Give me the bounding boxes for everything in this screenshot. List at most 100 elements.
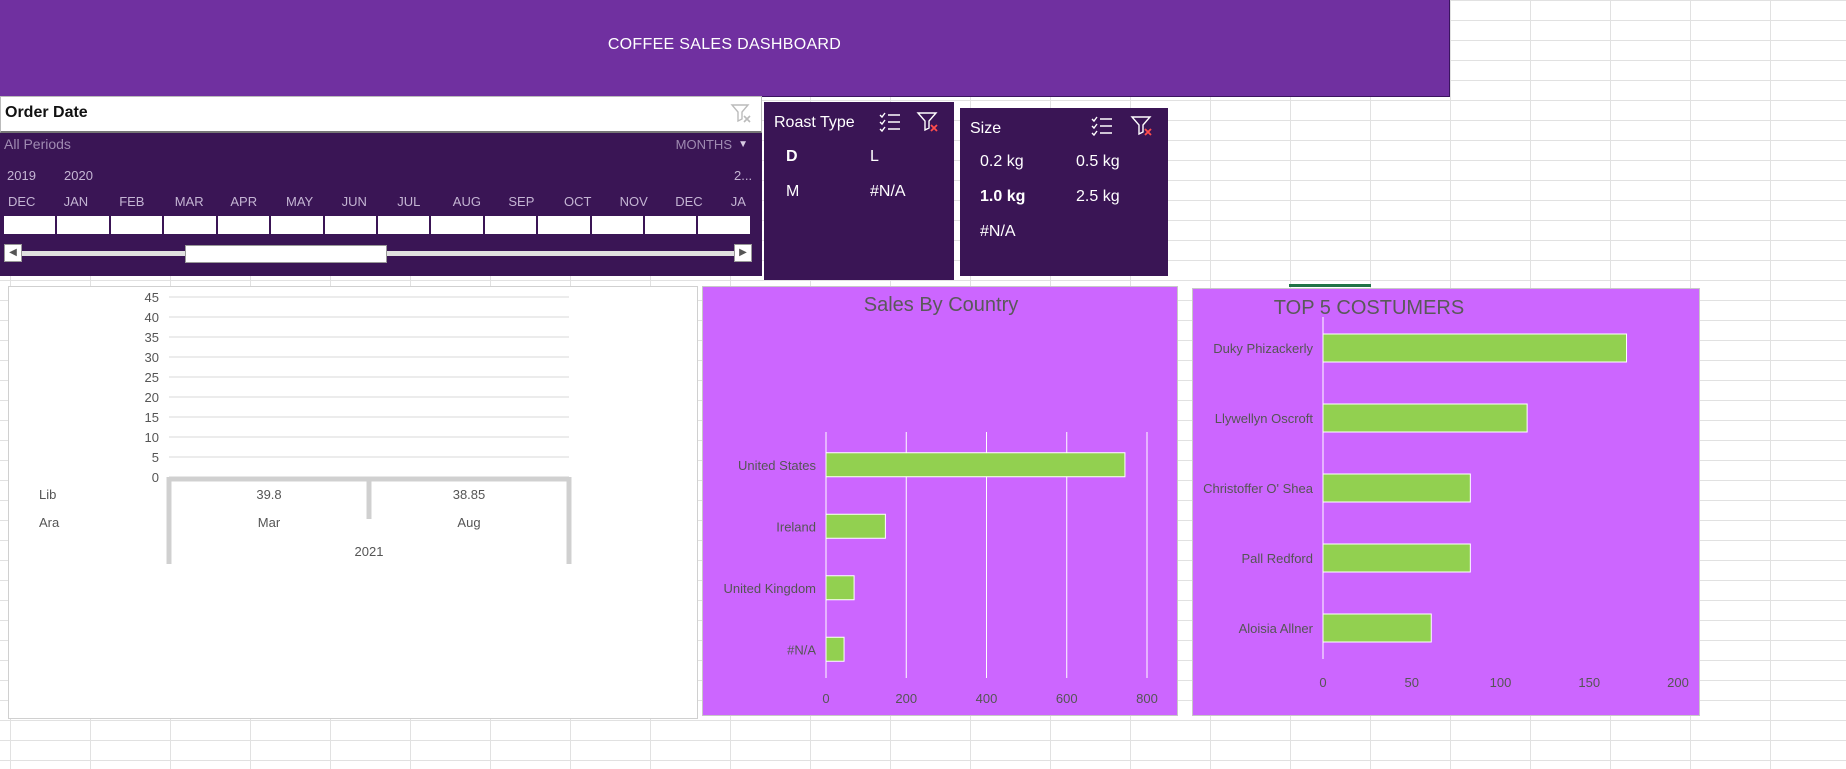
timeline-period-cell[interactable]: [4, 216, 58, 234]
series-label: Ara: [39, 515, 60, 530]
timeline-period-bar[interactable]: [4, 216, 752, 234]
timeline-period-cell[interactable]: [377, 216, 432, 234]
timeline-period-cell[interactable]: [484, 216, 539, 234]
size-item[interactable]: 2.5 kg: [1076, 188, 1120, 206]
timeline-month-label[interactable]: JUL: [397, 194, 420, 209]
category-label: #N/A: [787, 642, 816, 657]
x-tick-label: 800: [1136, 691, 1158, 706]
category-label: Pall Redford: [1241, 551, 1313, 566]
category-label: Aloisia Allner: [1239, 621, 1314, 636]
roast-item[interactable]: L: [870, 148, 879, 166]
timeline-level-dropdown[interactable]: MONTHS: [676, 137, 732, 152]
data-label: 38.85: [453, 487, 486, 502]
bar: [825, 636, 845, 662]
timeline-month-label[interactable]: JAN: [64, 194, 89, 209]
timeline-period-cell[interactable]: [591, 216, 646, 234]
category-label: Aug: [457, 515, 480, 530]
size-item[interactable]: 1.0 kg: [980, 188, 1025, 206]
series-label: Lib: [39, 487, 56, 502]
roast-type-slicer[interactable]: Roast Type D L M #N/A: [764, 102, 954, 280]
top-customers-panel[interactable]: TOP 5 COSTUMERS 0 50 100 150 200 Duky Phizacke…: [1192, 288, 1700, 716]
y-tick-label: 5: [152, 450, 159, 465]
multi-select-icon[interactable]: [878, 110, 902, 134]
roast-item[interactable]: M: [786, 183, 799, 201]
x-tick-label: 600: [1056, 691, 1078, 706]
chevron-down-icon[interactable]: ▼: [738, 139, 748, 150]
timeline-scrollbar[interactable]: ◀ ▶: [4, 244, 752, 263]
timeline-period-cell[interactable]: [271, 216, 325, 234]
dashboard-banner: COFFEE SALES DASHBOARD: [0, 0, 1450, 97]
timeline-month-label[interactable]: SEP: [508, 194, 534, 209]
roast-item[interactable]: #N/A: [870, 183, 906, 201]
sales-by-country-chart[interactable]: Sales By Country 0 200 400 600 800 United Stat…: [703, 287, 1179, 717]
timeline-title: Order Date: [5, 104, 88, 121]
size-item[interactable]: #N/A: [980, 223, 1016, 241]
timeline-period-cell[interactable]: [164, 216, 218, 234]
category-label: Mar: [258, 515, 281, 530]
timeline-period-cell[interactable]: [538, 216, 592, 234]
y-tick-label: 15: [145, 410, 159, 425]
pivot-chart-panel[interactable]: 0 5 10 15 20 25 30 35 40 45 Lib Ara 39.8 38.85 Mar Aug 2…: [8, 286, 698, 719]
timeline-month-label[interactable]: JUN: [342, 194, 367, 209]
timeline-month-label[interactable]: MAY: [286, 194, 313, 209]
pivot-chart[interactable]: 0 5 10 15 20 25 30 35 40 45 Lib Ara 39.8 38.85 Mar Aug 2…: [9, 287, 699, 720]
y-tick-label: 30: [145, 350, 159, 365]
timeline-month-label[interactable]: JA: [731, 194, 746, 209]
slicer-title: Size: [970, 120, 1002, 137]
scroll-right-icon[interactable]: ▶: [734, 244, 752, 262]
timeline-month-label[interactable]: APR: [230, 194, 257, 209]
bar: [825, 513, 886, 539]
bar: [825, 575, 855, 601]
timeline-period-cell[interactable]: [431, 216, 485, 234]
scroll-left-icon[interactable]: ◀: [4, 244, 22, 262]
slicer-title: Roast Type: [774, 114, 855, 131]
dashboard-title: COFFEE SALES DASHBOARD: [607, 36, 842, 53]
bar: [1322, 613, 1432, 643]
timeline-month-label[interactable]: DEC: [675, 194, 702, 209]
timeline-period-cell[interactable]: [110, 216, 165, 234]
data-label: 39.8: [256, 487, 281, 502]
timeline-month-label[interactable]: DEC: [8, 194, 35, 209]
bar: [1322, 543, 1471, 573]
category-label: United States: [738, 458, 817, 473]
timeline-year-label[interactable]: 2020: [64, 168, 93, 183]
bar: [1322, 473, 1471, 503]
timeline-year-label[interactable]: 2...: [734, 168, 752, 183]
y-tick-label: 45: [145, 290, 159, 305]
x-tick-label: 0: [822, 691, 829, 706]
category-label: United Kingdom: [724, 581, 817, 596]
sales-by-country-panel[interactable]: Sales By Country 0 200 400 600 800 United Stat…: [702, 286, 1178, 716]
x-tick-label: 100: [1490, 675, 1512, 690]
timeline-period-cell[interactable]: [57, 216, 111, 234]
category-label: Christoffer O' Shea: [1203, 481, 1314, 496]
clear-filter-icon[interactable]: [1130, 114, 1154, 138]
timeline-month-label[interactable]: FEB: [119, 194, 144, 209]
y-tick-label: 35: [145, 330, 159, 345]
chart-title: Sales By Country: [864, 294, 1019, 316]
timeline-month-label[interactable]: OCT: [564, 194, 591, 209]
x-tick-label: 50: [1405, 675, 1419, 690]
timeline-period-cell[interactable]: [217, 216, 272, 234]
bar: [1322, 333, 1628, 363]
timeline-period-cell[interactable]: [324, 216, 378, 234]
timeline-periods-label: All Periods: [4, 136, 71, 152]
size-slicer[interactable]: Size 0.2 kg 0.5 kg 1.0 kg 2.5 kg #N/A: [960, 108, 1168, 276]
size-item[interactable]: 0.5 kg: [1076, 153, 1120, 171]
clear-filter-icon[interactable]: [729, 101, 753, 125]
timeline-month-label[interactable]: NOV: [620, 194, 648, 209]
timeline-month-label[interactable]: MAR: [175, 194, 204, 209]
size-item[interactable]: 0.2 kg: [980, 153, 1024, 171]
order-date-timeline[interactable]: Order Date All Periods MONTHS ▼ ◀ ▶ 2019…: [0, 96, 762, 276]
multi-select-icon[interactable]: [1090, 114, 1114, 138]
roast-item[interactable]: D: [786, 148, 798, 166]
timeline-period-cell[interactable]: [645, 216, 699, 234]
scroll-thumb[interactable]: [185, 245, 387, 263]
y-tick-label: 10: [145, 430, 159, 445]
clear-filter-icon[interactable]: [916, 110, 940, 134]
x-tick-label: 150: [1578, 675, 1600, 690]
top-customers-chart[interactable]: TOP 5 COSTUMERS 0 50 100 150 200 Duky Phizacke…: [1193, 289, 1701, 717]
timeline-year-label[interactable]: 2019: [7, 168, 36, 183]
timeline-period-cell[interactable]: [698, 216, 752, 234]
timeline-month-label[interactable]: AUG: [453, 194, 481, 209]
category-label: Llywellyn Oscroft: [1215, 411, 1314, 426]
